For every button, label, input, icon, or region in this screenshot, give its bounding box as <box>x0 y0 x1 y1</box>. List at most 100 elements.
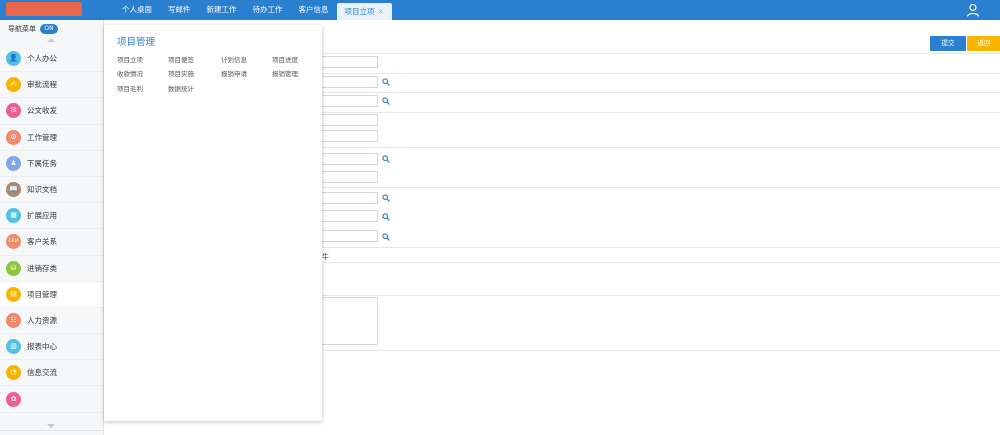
app-logo <box>6 2 82 16</box>
form-field[interactable] <box>320 153 378 165</box>
tab-todo-work[interactable]: 待办工作 <box>245 0 291 20</box>
search-icon[interactable] <box>382 78 390 86</box>
system-icon: ✿ <box>6 391 21 407</box>
submenu-item-payment-status[interactable]: 收款情况 <box>117 68 143 78</box>
form-field[interactable] <box>320 95 378 107</box>
sidebar-item-label: 审批流程 <box>27 80 57 90</box>
nav-menu-switch[interactable]: ON <box>40 24 58 34</box>
form-divider <box>320 350 1000 351</box>
sidebar-item[interactable]: CRM 客户关系 <box>0 229 103 256</box>
submit-button[interactable]: 提交 <box>930 36 966 51</box>
search-icon[interactable] <box>382 155 390 163</box>
submenu-item-project-implementation[interactable]: 项目实施 <box>168 68 194 78</box>
form-field[interactable] <box>320 130 378 142</box>
remarks-textarea[interactable] <box>320 297 378 345</box>
sidebar-footer <box>0 430 103 435</box>
sidebar-item-label: 人力资源 <box>27 315 57 325</box>
search-icon[interactable] <box>382 213 390 221</box>
document-icon: ✉ <box>6 103 21 119</box>
sidebar-item[interactable]: ▤ 项目管理 <box>0 281 103 308</box>
user-icon[interactable] <box>966 3 980 17</box>
tab-personal-desktop[interactable]: 个人桌面 <box>114 0 160 20</box>
sidebar-menu: 👤 个人办公 ✍ 审批流程 ✉ 公文收发 ⚙ 工作管理 ♟ 下属任务 📖 知识文档 ▦ 扩展应用 CRM 客户… <box>0 46 103 413</box>
sidebar-item-label: 报表中心 <box>27 342 57 352</box>
submenu-item-project-setup[interactable]: 项目立项 <box>117 54 143 64</box>
form-divider <box>320 73 1000 74</box>
sidebar-item[interactable]: ▦ 扩展应用 <box>0 203 103 230</box>
submenu-item-expense-request[interactable]: 报销申请 <box>221 68 247 78</box>
sidebar-item-label: 信息交流 <box>27 368 57 378</box>
form-field[interactable] <box>320 56 378 68</box>
field-label: 牛 <box>322 253 329 261</box>
project-icon: ▤ <box>6 286 21 302</box>
sidebar-item[interactable]: ✉ 公文收发 <box>0 98 103 125</box>
sidebar-item[interactable]: 📖 知识文档 <box>0 177 103 204</box>
sidebar-item[interactable]: ✍ 审批流程 <box>0 72 103 99</box>
sidebar-item-label: 个人办公 <box>27 54 57 64</box>
submenu-item-data-statistics[interactable]: 数据统计 <box>168 83 194 93</box>
form-divider <box>320 187 1000 188</box>
sidebar-item-label: 工作管理 <box>27 132 57 142</box>
search-icon[interactable] <box>382 194 390 202</box>
close-icon[interactable]: × <box>378 7 384 16</box>
sidebar-item[interactable]: ✿ <box>0 386 103 413</box>
form-divider <box>320 112 1000 113</box>
extension-icon: ▦ <box>6 208 21 224</box>
form-divider <box>320 262 1000 263</box>
chat-icon: ◔ <box>6 365 21 381</box>
form-divider <box>320 295 1000 296</box>
search-icon[interactable] <box>382 233 390 241</box>
form-divider <box>320 247 1000 248</box>
scroll-down-icon[interactable] <box>47 424 55 428</box>
sidebar-item-label: 进销存类 <box>27 263 57 273</box>
sidebar: 导航菜单 ON 👤 个人办公 ✍ 审批流程 ✉ 公文收发 ⚙ 工作管理 ♟ 下属任务 📖 知识文档 ▦ 扩… <box>0 20 104 435</box>
sidebar-item-label: 公文收发 <box>27 106 57 116</box>
inventory-icon: ⛁ <box>6 260 21 276</box>
popup-title: 项目管理 <box>117 37 156 48</box>
sidebar-item[interactable]: ◔ 信息交流 <box>0 360 103 387</box>
sidebar-item-label: 知识文档 <box>27 185 57 195</box>
nav-menu-toggle: 导航菜单 ON <box>8 23 58 35</box>
form-field[interactable] <box>320 114 378 126</box>
sidebar-item-label: 扩展应用 <box>27 211 57 221</box>
sidebar-item[interactable]: ⛁ 进销存类 <box>0 256 103 282</box>
submenu-item-project-progress[interactable]: 项目进度 <box>272 54 298 64</box>
tab-customer-info[interactable]: 客户信息 <box>291 0 337 20</box>
form-divider <box>320 92 1000 93</box>
sidebar-item-label: 项目管理 <box>27 289 57 299</box>
sidebar-item[interactable]: ⚙ 工作管理 <box>0 125 103 151</box>
tab-project-setup[interactable]: 项目立项 × <box>336 3 392 20</box>
form-field[interactable] <box>320 171 378 183</box>
submenu-item-project-notes[interactable]: 项目便签 <box>168 54 194 64</box>
form-field[interactable] <box>320 192 378 204</box>
top-bar: 个人桌面 写邮件 新建工作 待办工作 客户信息 项目立项 × <box>0 0 1000 20</box>
sidebar-item[interactable]: 👤 个人办公 <box>0 46 103 73</box>
work-icon: ⚙ <box>6 129 21 145</box>
submenu-item-project-margin[interactable]: 项目毛利 <box>117 83 143 93</box>
form-divider <box>320 53 1000 54</box>
approval-icon: ✍ <box>6 77 21 93</box>
report-icon: ▥ <box>6 339 21 355</box>
sidebar-item[interactable]: ▥ 报表中心 <box>0 334 103 361</box>
tab-label: 项目立项 <box>344 7 375 16</box>
tab-bar: 个人桌面 写邮件 新建工作 待办工作 客户信息 项目立项 × <box>114 0 392 20</box>
back-button[interactable]: 返回 <box>967 36 1000 51</box>
sidebar-item[interactable]: ☷ 人力资源 <box>0 308 103 335</box>
submenu-item-plan-info[interactable]: 计划信息 <box>221 54 247 64</box>
form-field[interactable] <box>320 210 378 222</box>
form-field[interactable] <box>320 230 378 242</box>
sidebar-item-label: 客户关系 <box>27 237 57 247</box>
submenu-item-expense-management[interactable]: 报销管理 <box>272 68 298 78</box>
tab-write-mail[interactable]: 写邮件 <box>160 0 199 20</box>
person-icon: 👤 <box>6 51 21 67</box>
project-management-popup: 项目管理 项目立项 项目便签 计划信息 项目进度 收款情况 项目实施 报销申请 … <box>104 25 322 421</box>
nav-menu-label: 导航菜单 <box>8 25 36 33</box>
scroll-up-icon[interactable] <box>47 38 55 42</box>
search-icon[interactable] <box>382 97 390 105</box>
team-icon: ♟ <box>6 155 21 171</box>
hr-icon: ☷ <box>6 312 21 328</box>
form-field[interactable] <box>320 76 378 88</box>
sidebar-item-label: 下属任务 <box>27 158 57 168</box>
tab-new-work[interactable]: 新建工作 <box>199 0 245 20</box>
sidebar-item[interactable]: ♟ 下属任务 <box>0 151 103 177</box>
